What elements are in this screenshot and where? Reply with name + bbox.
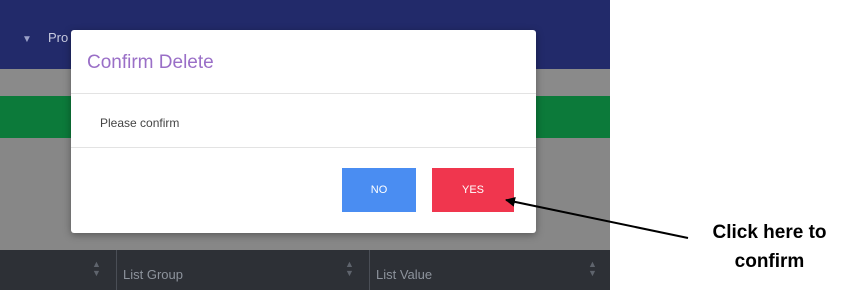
nav-menu-item[interactable]: Pro (48, 30, 68, 45)
column-header-list-value[interactable]: List Value ▲ ▼ (369, 250, 610, 290)
column-header-list-group[interactable]: List Group ▲ ▼ (116, 250, 367, 290)
dialog-message: Please confirm (100, 116, 180, 130)
column-header[interactable]: ▲ ▼ (0, 250, 110, 290)
sort-icon[interactable]: ▲ ▼ (345, 260, 354, 278)
sort-icon[interactable]: ▲ ▼ (92, 260, 101, 278)
divider (71, 93, 536, 94)
no-button[interactable]: NO (342, 168, 416, 212)
sort-icon[interactable]: ▲ ▼ (588, 260, 597, 278)
dialog-title: Confirm Delete (87, 52, 214, 73)
table-header: ▲ ▼ List Group ▲ ▼ List Value ▲ ▼ (0, 250, 610, 290)
annotation-callout: Click here to confirm (712, 222, 827, 272)
divider (71, 147, 536, 148)
yes-button[interactable]: YES (432, 168, 514, 212)
confirm-delete-dialog: Confirm Delete Please confirm NO YES (71, 30, 536, 233)
dropdown-caret-icon: ▼ (22, 34, 32, 45)
